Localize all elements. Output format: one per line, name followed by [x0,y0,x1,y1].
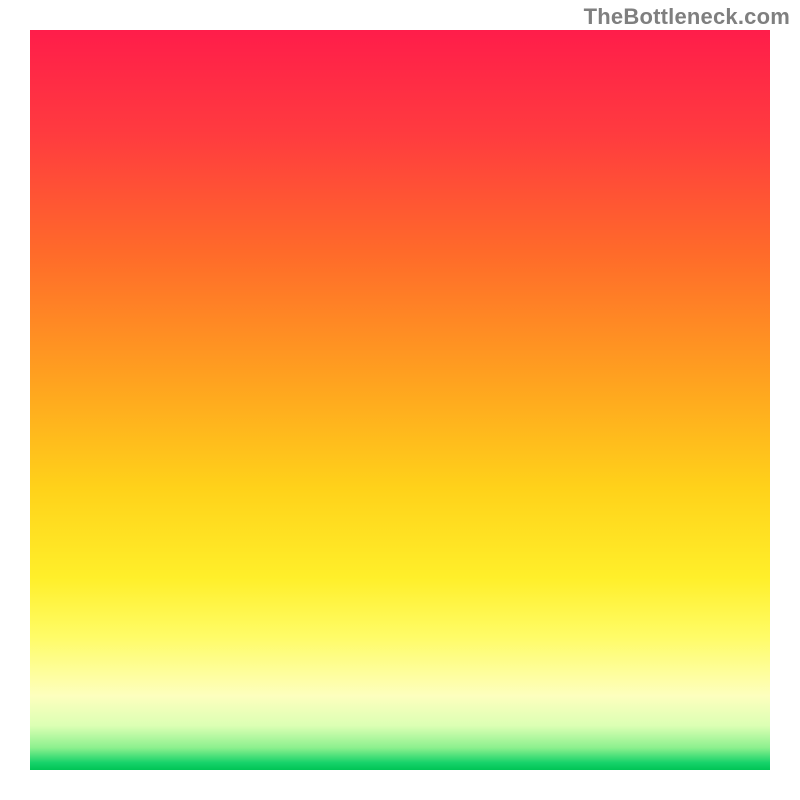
chart-container: TheBottleneck.com [0,0,800,800]
plot-area [30,30,770,770]
watermark-text: TheBottleneck.com [584,4,790,30]
background-gradient [30,30,770,770]
